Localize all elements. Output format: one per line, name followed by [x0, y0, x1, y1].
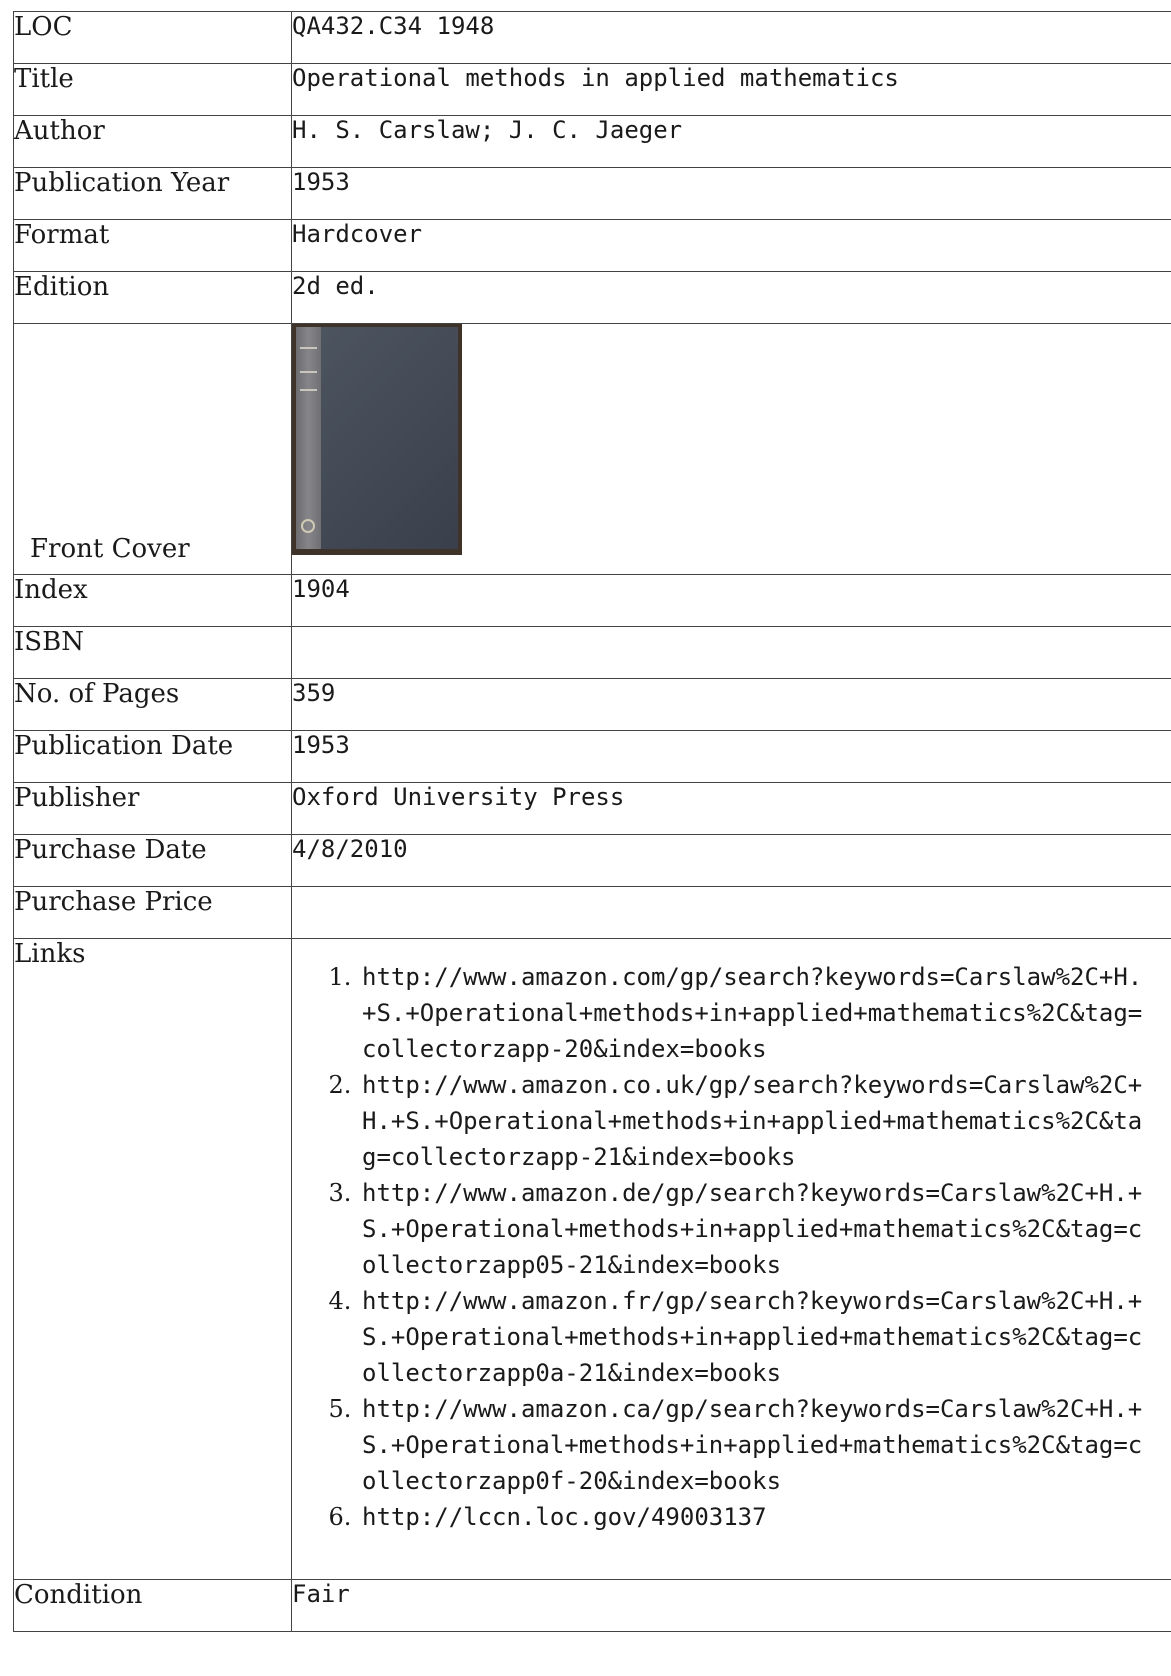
field-label: Publication Date — [13, 730, 292, 783]
edition-value: 2d ed. — [291, 271, 1171, 324]
field-label: No. of Pages — [13, 678, 292, 731]
book-front-board — [321, 327, 458, 549]
isbn-value — [291, 626, 1171, 679]
field-label: Index — [13, 574, 292, 627]
row-isbn: ISBN — [13, 626, 1171, 679]
row-edition: Edition 2d ed. — [13, 271, 1171, 324]
field-label: Condition — [13, 1579, 292, 1632]
front-cover-image[interactable] — [292, 324, 462, 555]
field-label: Front Cover — [13, 323, 292, 575]
book-record-table: LOC QA432.C34 1948 Title Operational met… — [13, 11, 1171, 1632]
row-title: Title Operational methods in applied mat… — [13, 63, 1171, 116]
index-value: 1904 — [291, 574, 1171, 627]
book-spine — [296, 327, 321, 549]
row-pages: No. of Pages 359 — [13, 678, 1171, 731]
link-amazon-com[interactable]: http://www.amazon.com/gp/search?keywords… — [359, 959, 1152, 1067]
purchase-date-value: 4/8/2010 — [291, 834, 1171, 887]
row-front-cover: Front Cover — [13, 323, 1171, 575]
row-index: Index 1904 — [13, 574, 1171, 627]
link-amazon-ca[interactable]: http://www.amazon.ca/gp/search?keywords=… — [359, 1391, 1152, 1499]
row-loc: LOC QA432.C34 1948 — [13, 11, 1171, 64]
author-value: H. S. Carslaw; J. C. Jaeger — [291, 115, 1171, 168]
field-label: ISBN — [13, 626, 292, 679]
row-publication-date: Publication Date 1953 — [13, 730, 1171, 783]
condition-value: Fair — [291, 1579, 1171, 1632]
row-condition: Condition Fair — [13, 1579, 1171, 1632]
link-amazon-de[interactable]: http://www.amazon.de/gp/search?keywords=… — [359, 1175, 1152, 1283]
title-value: Operational methods in applied mathemati… — [291, 63, 1171, 116]
purchase-price-value — [291, 886, 1171, 939]
links-cell: http://www.amazon.com/gp/search?keywords… — [291, 938, 1171, 1580]
field-label: Publisher — [13, 782, 292, 835]
row-publication-year: Publication Year 1953 — [13, 167, 1171, 220]
front-cover-cell — [291, 323, 1171, 575]
format-value: Hardcover — [291, 219, 1171, 272]
loc-value: QA432.C34 1948 — [291, 11, 1171, 64]
field-label: Author — [13, 115, 292, 168]
row-purchase-date: Purchase Date 4/8/2010 — [13, 834, 1171, 887]
row-purchase-price: Purchase Price — [13, 886, 1171, 939]
field-label: Publication Year — [13, 167, 292, 220]
publication-date-value: 1953 — [291, 730, 1171, 783]
pages-value: 359 — [291, 678, 1171, 731]
field-label: LOC — [13, 11, 292, 64]
field-label: Links — [13, 938, 292, 1580]
link-amazon-fr[interactable]: http://www.amazon.fr/gp/search?keywords=… — [359, 1283, 1152, 1391]
spine-emblem — [301, 519, 315, 533]
field-label: Title — [13, 63, 292, 116]
links-list: http://www.amazon.com/gp/search?keywords… — [292, 959, 1171, 1535]
row-publisher: Publisher Oxford University Press — [13, 782, 1171, 835]
link-lccn[interactable]: http://lccn.loc.gov/49003137 — [359, 1499, 1152, 1535]
publisher-value: Oxford University Press — [291, 782, 1171, 835]
field-label: Purchase Price — [13, 886, 292, 939]
row-format: Format Hardcover — [13, 219, 1171, 272]
link-amazon-co-uk[interactable]: http://www.amazon.co.uk/gp/search?keywor… — [359, 1067, 1152, 1175]
row-links: Links http://www.amazon.com/gp/search?ke… — [13, 938, 1171, 1580]
publication-year-value: 1953 — [291, 167, 1171, 220]
field-label: Edition — [13, 271, 292, 324]
field-label: Format — [13, 219, 292, 272]
row-author: Author H. S. Carslaw; J. C. Jaeger — [13, 115, 1171, 168]
field-label: Purchase Date — [13, 834, 292, 887]
